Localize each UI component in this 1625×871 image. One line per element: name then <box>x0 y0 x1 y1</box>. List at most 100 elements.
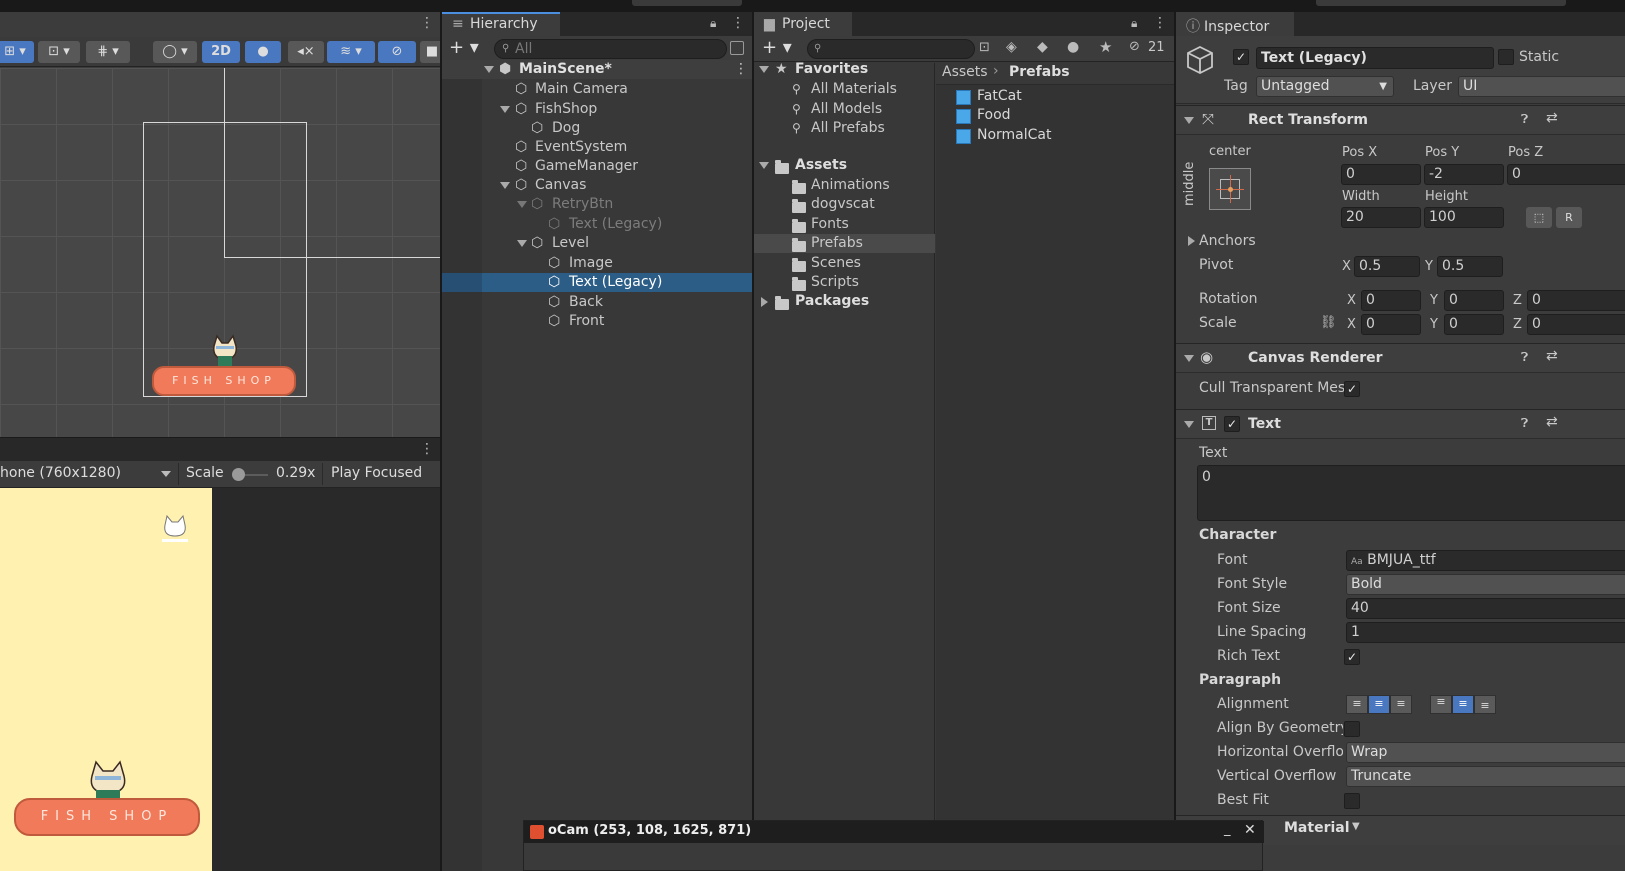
tree-folder-scenes[interactable]: Scenes <box>754 254 935 273</box>
effects-toggle-button[interactable]: ≋ ▾ <box>327 41 375 63</box>
pos-z-field[interactable]: 0 <box>1507 164 1625 185</box>
pos-x-field[interactable]: 0 <box>1341 164 1421 185</box>
mode-2d-button[interactable]: 2D <box>202 41 240 63</box>
rotation-y-field[interactable]: 0 <box>1444 290 1504 311</box>
tree-assets[interactable]: Assets <box>754 156 935 175</box>
hierarchy-filter-icon[interactable] <box>730 41 744 55</box>
hierarchy-item-level[interactable]: ⬡ Level <box>442 234 752 253</box>
hierarchy-item-fishshop[interactable]: ⬡ FishShop <box>442 100 752 119</box>
project-search-input[interactable] <box>807 39 975 59</box>
font-style-dropdown[interactable]: Bold <box>1346 574 1625 595</box>
hierarchy-menu-icon[interactable]: ⋮ <box>731 15 745 33</box>
blueprint-mode-button[interactable]: ⬚ <box>1526 207 1552 228</box>
font-field[interactable]: Aa BMJUA_ttf <box>1346 550 1625 571</box>
rich-text-checkbox[interactable]: ✓ <box>1344 649 1360 665</box>
static-checkbox[interactable] <box>1498 49 1514 65</box>
help-icon[interactable]: ❓︎ <box>1521 112 1528 127</box>
hierarchy-item-canvas[interactable]: ⬡ Canvas <box>442 176 752 195</box>
tree-favorite-item[interactable]: ⚲ All Prefabs <box>754 119 935 138</box>
ocam-titlebar[interactable]: oCam (253, 108, 1625, 871) _ ✕ <box>524 821 1264 843</box>
filter-by-type-icon[interactable]: ◈ <box>1006 39 1017 55</box>
anchor-preset-button[interactable] <box>1209 168 1251 210</box>
rotation-x-field[interactable]: 0 <box>1361 290 1421 311</box>
hierarchy-item-main-camera[interactable]: ⬡ Main Camera <box>442 80 752 99</box>
raw-edit-button[interactable]: R <box>1556 207 1582 228</box>
horizontal-overflow-dropdown[interactable]: Wrap <box>1346 742 1625 763</box>
expand-arrow-icon[interactable] <box>500 106 510 113</box>
anchors-foldout-icon[interactable] <box>1188 236 1195 246</box>
expand-arrow-icon[interactable] <box>517 240 527 247</box>
collapse-arrow-icon[interactable] <box>761 297 768 307</box>
align-left-button[interactable]: ≡ <box>1346 695 1368 714</box>
tree-favorites[interactable]: ★ Favorites <box>754 60 935 79</box>
minimize-icon[interactable]: _ <box>1224 822 1231 837</box>
hierarchy-lock-icon[interactable]: 🔒︎ <box>710 16 722 30</box>
align-top-button[interactable]: ≡ <box>1430 695 1452 714</box>
cull-transparent-checkbox[interactable]: ✓ <box>1344 381 1360 397</box>
foldout-arrow-icon[interactable] <box>1184 421 1194 428</box>
hierarchy-item-front[interactable]: ⬡ Front <box>442 312 752 331</box>
camera-toggle-button[interactable]: ■ <box>420 41 440 63</box>
layer-dropdown[interactable]: UI <box>1458 76 1625 97</box>
favorite-star-icon[interactable]: ★ <box>1099 38 1112 56</box>
help-icon[interactable]: ❓︎ <box>1521 416 1528 431</box>
active-checkbox[interactable]: ✓ <box>1233 49 1249 65</box>
component-settings-icon[interactable]: ⇄ <box>1546 110 1558 126</box>
text-area[interactable]: 0 <box>1197 465 1625 521</box>
tab-project[interactable]: ▆ Project <box>754 12 852 36</box>
prefab-item-normalcat[interactable]: NormalCat <box>956 126 1156 145</box>
project-lock-icon[interactable]: 🔒︎ <box>1131 16 1143 30</box>
resolution-dropdown-arrow-icon[interactable] <box>161 471 171 477</box>
lighting-toggle-button[interactable]: ● <box>245 41 281 63</box>
grid-tool-button[interactable]: ⋕ ▾ <box>86 41 130 63</box>
rotation-z-field[interactable]: 0 <box>1527 290 1625 311</box>
filter-by-label-icon[interactable]: ◆ <box>1037 39 1048 55</box>
snap-tool-button[interactable]: ⊡ ▾ <box>38 41 80 63</box>
component-settings-icon[interactable]: ⇄ <box>1546 414 1558 430</box>
help-icon[interactable]: ❓︎ <box>1521 350 1528 365</box>
tag-dropdown[interactable]: Untagged ▼ <box>1256 76 1394 97</box>
scene-menu-icon[interactable]: ⋮ <box>420 15 434 33</box>
tree-folder-scripts[interactable]: Scripts <box>754 273 935 292</box>
text-component-header[interactable]: T ✓ Text ❓︎ ⇄ <box>1176 409 1625 439</box>
line-spacing-field[interactable]: 1 <box>1346 622 1625 643</box>
resolution-dropdown[interactable]: hone (760x1280) <box>0 465 121 481</box>
hierarchy-item-mainscene[interactable]: ⬢ MainScene* ⋮ <box>442 60 752 79</box>
align-by-geometry-checkbox[interactable] <box>1344 721 1360 737</box>
tree-folder-fonts[interactable]: Fonts <box>754 215 935 234</box>
pos-y-field[interactable]: -2 <box>1424 164 1504 185</box>
vertical-overflow-dropdown[interactable]: Truncate <box>1346 766 1625 787</box>
gizmo-tool-button[interactable]: ⊞ ▾ <box>0 41 34 63</box>
anchors-label[interactable]: Anchors <box>1199 233 1256 249</box>
scale-y-field[interactable]: 0 <box>1444 314 1504 335</box>
pivot-y-field[interactable]: 0.5 <box>1437 256 1503 277</box>
text-enabled-checkbox[interactable]: ✓ <box>1224 416 1240 432</box>
tree-packages[interactable]: Packages <box>754 292 935 311</box>
canvas-renderer-header[interactable]: ◉ Canvas Renderer ❓︎ ⇄ <box>1176 343 1625 373</box>
hidden-packages-icon[interactable]: ⊘ <box>1129 39 1140 54</box>
hierarchy-item-back[interactable]: ⬡ Back <box>442 293 752 312</box>
constrain-proportions-icon[interactable]: ⛓ <box>1320 315 1337 330</box>
scale-z-field[interactable]: 0 <box>1527 314 1625 335</box>
scene-grid[interactable]: FISH SHOP <box>0 68 440 437</box>
scene-options-icon[interactable]: ⋮ <box>734 60 748 79</box>
project-add-button[interactable]: + ▾ <box>762 37 792 58</box>
tab-inspector[interactable]: ⓘ Inspector <box>1176 12 1294 36</box>
expand-arrow-icon[interactable] <box>500 182 510 189</box>
component-settings-icon[interactable]: ⇄ <box>1546 348 1558 364</box>
game-render-area[interactable]: FISH SHOP <box>0 488 212 871</box>
tab-hierarchy[interactable]: ≡ Hierarchy <box>442 12 560 36</box>
hierarchy-item-gamemanager[interactable]: ⬡ GameManager <box>442 157 752 176</box>
foldout-arrow-icon[interactable] <box>1184 117 1194 124</box>
tree-favorite-item[interactable]: ⚲ All Materials <box>754 80 935 99</box>
scale-slider-handle[interactable] <box>232 468 245 481</box>
search-by-type-icon[interactable]: ⊡ <box>979 40 990 55</box>
tree-folder-animations[interactable]: Animations <box>754 176 935 195</box>
warning-filter-icon[interactable]: ● <box>1067 39 1079 55</box>
height-field[interactable]: 100 <box>1424 207 1504 228</box>
expand-arrow-icon[interactable] <box>759 66 769 73</box>
hierarchy-item-image[interactable]: ⬡ Image <box>442 254 752 273</box>
close-icon[interactable]: ✕ <box>1244 822 1256 838</box>
align-bottom-button[interactable]: ≡ <box>1474 695 1496 714</box>
hierarchy-item-dog[interactable]: ⬡ Dog <box>442 119 752 138</box>
